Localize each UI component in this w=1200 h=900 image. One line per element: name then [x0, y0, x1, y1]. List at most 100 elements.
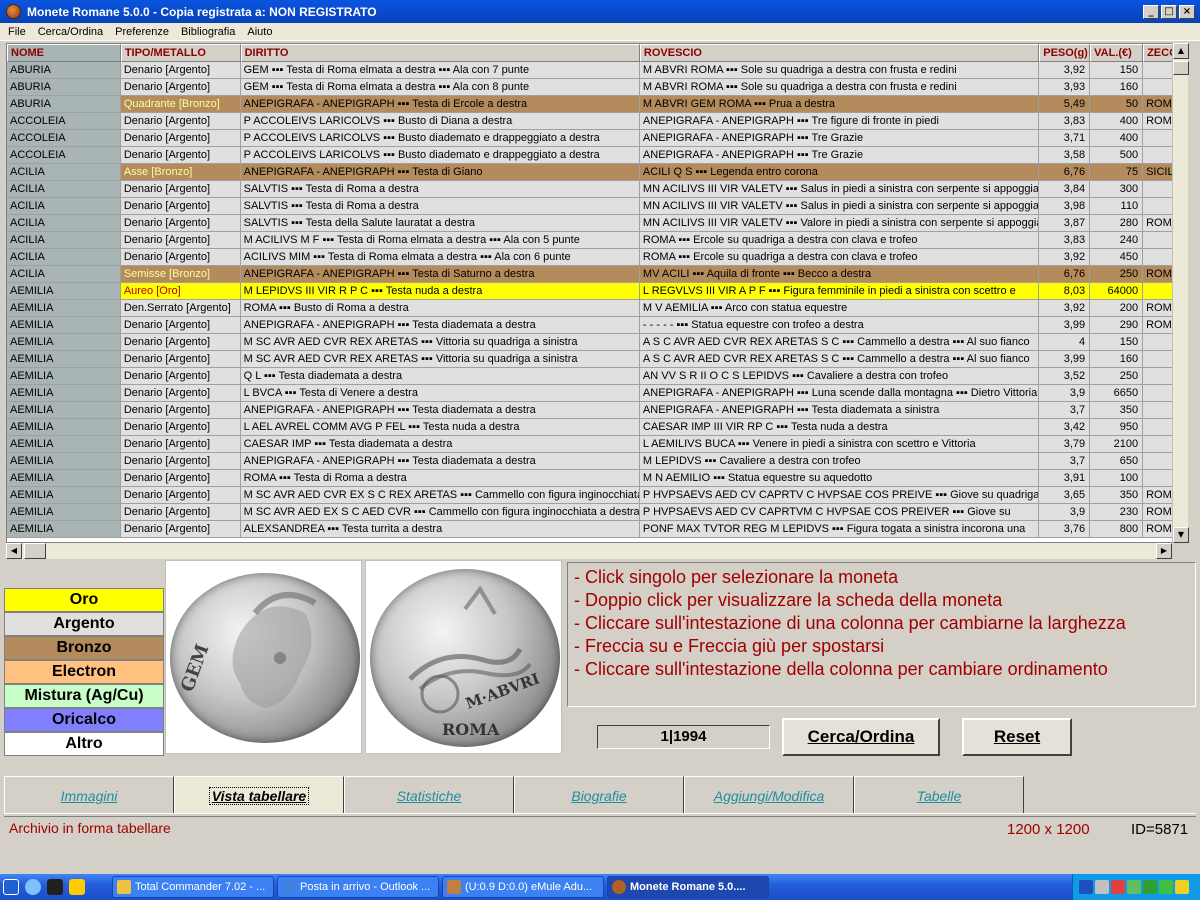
search-sort-button[interactable]: Cerca/Ordina	[782, 718, 940, 756]
cell-rovescio: M ABVRI ROMA ▪▪▪ Sole su quadriga a dest…	[639, 79, 1040, 96]
cell-val: 800	[1090, 521, 1144, 538]
cell-tipo: Denario [Argento]	[120, 385, 241, 402]
battery-icon[interactable]	[1143, 880, 1157, 894]
tab-aggiungi-modifica[interactable]: Aggiungi/Modifica	[684, 776, 854, 814]
cell-diritto: ROMA ▪▪▪ Busto di Roma a destra	[240, 300, 640, 317]
cell-tipo: Denario [Argento]	[120, 79, 241, 96]
minimize-button[interactable]: _	[1143, 4, 1159, 19]
table-row[interactable]: AEMILIA Denario [Argento] CAESAR IMP ▪▪▪ T…	[7, 436, 1187, 453]
cell-rovescio: PONF MAX TVTOR REG M LEPIDVS ▪▪▪ Figura …	[639, 521, 1040, 538]
window-title: Monete Romane 5.0.0 - Copia registrata a…	[27, 4, 377, 19]
table-row[interactable]: ACILIA Denario [Argento] SALVTIS ▪▪▪ Testa…	[7, 198, 1187, 215]
tool-icon[interactable]	[1127, 880, 1141, 894]
cell-diritto: P ACCOLEIVS LARICOLVS ▪▪▪ Busto diademat…	[240, 130, 640, 147]
table-row[interactable]: AEMILIA Denario [Argento] ROMA ▪▪▪ Testa d…	[7, 470, 1187, 487]
cell-diritto: SALVTIS ▪▪▪ Testa della Salute lauratat …	[240, 215, 640, 232]
obverse-image: GEM	[165, 560, 362, 754]
table-row[interactable]: AEMILIA Denario [Argento] M SC AVR AED CVR…	[7, 351, 1187, 368]
table-row[interactable]: ACCOLEIA Denario [Argento] P ACCOLEIVS LAR…	[7, 113, 1187, 130]
menu-cerca-ordina[interactable]: Cerca/Ordina	[32, 26, 109, 38]
menu-preferenze[interactable]: Preferenze	[109, 26, 175, 38]
taskbar-emule[interactable]: (U:0.9 D:0.0) eMule Adu...	[442, 876, 604, 898]
column-header-rovescio[interactable]: ROVESCIO	[639, 44, 1040, 62]
column-header-nome[interactable]: NOME	[7, 44, 121, 62]
menu-file[interactable]: File	[2, 26, 32, 38]
table-row[interactable]: AEMILIA Denario [Argento] ANEPIGRAFA - ANE…	[7, 317, 1187, 334]
table-row[interactable]: AEMILIA Denario [Argento] M SC AVR AED CVR…	[7, 487, 1187, 504]
table-row[interactable]: ACCOLEIA Denario [Argento] P ACCOLEIVS LAR…	[7, 130, 1187, 147]
monitor-icon[interactable]	[1095, 880, 1109, 894]
cell-rovescio: ANEPIGRAFA - ANEPIGRAPH ▪▪▪ Testa diadem…	[639, 402, 1040, 419]
table-row[interactable]: ABURIA Denario [Argento] GEM ▪▪▪ Testa di …	[7, 79, 1187, 96]
menu-aiuto[interactable]: Aiuto	[241, 26, 278, 38]
horizontal-scrollbar[interactable]: ◀ ▶	[6, 543, 1172, 559]
cell-peso: 3,83	[1039, 232, 1091, 249]
cell-tipo: Denario [Argento]	[120, 453, 241, 470]
table-row[interactable]: AEMILIA Denario [Argento] Q L ▪▪▪ Testa di…	[7, 368, 1187, 385]
table-row[interactable]: ACILIA Denario [Argento] SALVTIS ▪▪▪ Testa…	[7, 215, 1187, 232]
quicklaunch-folder-icon[interactable]	[69, 879, 85, 895]
table-row[interactable]: ABURIA Denario [Argento] GEM ▪▪▪ Testa di …	[7, 62, 1187, 79]
coin-icon	[612, 880, 626, 894]
table-row[interactable]: ACILIA Denario [Argento] ACILIVS MIM ▪▪▪ T…	[7, 249, 1187, 266]
menu-bibliografia[interactable]: Bibliografia	[175, 26, 241, 38]
tab-immagini[interactable]: Immagini	[4, 776, 174, 814]
cell-val: 300	[1090, 181, 1144, 198]
horizontal-scroll-thumb[interactable]	[24, 543, 46, 559]
tab-biografie[interactable]: Biografie	[514, 776, 684, 814]
coin-table[interactable]: NOME TIPO/METALLO DIRITTO ROVESCIO PESO(…	[6, 43, 1188, 543]
tab-bar: Immagini Vista tabellare Statistiche Bio…	[4, 776, 1024, 814]
table-row[interactable]: AEMILIA Denario [Argento] M SC AVR AED EX …	[7, 504, 1187, 521]
table-row[interactable]: AEMILIA Denario [Argento] M SC AVR AED CVR…	[7, 334, 1187, 351]
close-button[interactable]: ×	[1179, 4, 1195, 19]
quicklaunch-app-icon[interactable]	[47, 879, 63, 895]
maximize-button[interactable]: □	[1161, 4, 1177, 19]
table-row[interactable]: AEMILIA Denario [Argento] ANEPIGRAFA - ANE…	[7, 453, 1187, 470]
network-icon[interactable]	[1079, 880, 1093, 894]
cell-nome: ACILIA	[7, 232, 121, 249]
column-header-diritto[interactable]: DIRITTO	[240, 44, 640, 62]
table-row[interactable]: ABURIA Quadrante [Bronzo] ANEPIGRAFA - ANE…	[7, 96, 1187, 113]
table-row[interactable]: AEMILIA Aureo [Oro] M LEPIDVS III VIR R P …	[7, 283, 1187, 300]
cell-rovescio: CAESAR IMP III VIR RP C ▪▪▪ Testa nuda a…	[639, 419, 1040, 436]
quicklaunch-desktop-icon[interactable]	[3, 879, 19, 895]
cell-rovescio: A S C AVR AED CVR REX ARETAS S C ▪▪▪ Cam…	[639, 334, 1040, 351]
column-header-peso[interactable]: PESO(g)	[1039, 44, 1091, 62]
cell-nome: AEMILIA	[7, 334, 121, 351]
table-row[interactable]: ACILIA Denario [Argento] M ACILIVS M F ▪▪▪…	[7, 232, 1187, 249]
cell-peso: 3,92	[1039, 249, 1091, 266]
taskbar-total-commander[interactable]: Total Commander 7.02 - ...	[112, 876, 274, 898]
cell-diritto: ANEPIGRAFA - ANEPIGRAPH ▪▪▪ Testa diadem…	[240, 453, 640, 470]
column-header-tipo[interactable]: TIPO/METALLO	[120, 44, 241, 62]
tab-tabelle[interactable]: Tabelle	[854, 776, 1024, 814]
table-row[interactable]: ACILIA Semisse [Bronzo] ANEPIGRAFA - ANEPI…	[7, 266, 1187, 283]
table-row[interactable]: AEMILIA Denario [Argento] L BVCA ▪▪▪ Testa…	[7, 385, 1187, 402]
table-row[interactable]: AEMILIA Denario [Argento] ANEPIGRAFA - ANE…	[7, 402, 1187, 419]
legend-item: Mistura (Ag/Cu)	[4, 684, 164, 708]
green-tray-icon[interactable]	[1159, 880, 1173, 894]
quicklaunch-media-icon[interactable]	[25, 879, 41, 895]
table-row[interactable]: AEMILIA Den.Serrato [Argento] ROMA ▪▪▪ Bus…	[7, 300, 1187, 317]
taskbar-monete-romane[interactable]: Monete Romane 5.0....	[607, 876, 769, 898]
tab-statistiche[interactable]: Statistiche	[344, 776, 514, 814]
reset-button[interactable]: Reset	[962, 718, 1072, 756]
antivirus-icon[interactable]	[1111, 880, 1125, 894]
cell-nome: ACCOLEIA	[7, 130, 121, 147]
vertical-scroll-thumb[interactable]	[1173, 61, 1189, 75]
scroll-right-button[interactable]: ▶	[1156, 543, 1172, 559]
scroll-left-button[interactable]: ◀	[6, 543, 22, 559]
table-row[interactable]: ACCOLEIA Denario [Argento] P ACCOLEIVS LAR…	[7, 147, 1187, 164]
tab-vista-tabellare[interactable]: Vista tabellare	[174, 776, 344, 814]
warning-icon[interactable]	[1175, 880, 1189, 894]
table-row[interactable]: ACILIA Denario [Argento] SALVTIS ▪▪▪ Testa…	[7, 181, 1187, 198]
column-header-valore[interactable]: VAL.(€)	[1090, 44, 1144, 62]
cell-val: 230	[1090, 504, 1144, 521]
cell-val: 160	[1090, 351, 1144, 368]
table-row[interactable]: AEMILIA Denario [Argento] L AEL AVREL COMM…	[7, 419, 1187, 436]
table-row[interactable]: ACILIA Asse [Bronzo] ANEPIGRAFA - ANEPIGRA…	[7, 164, 1187, 181]
table-row[interactable]: AEMILIA Denario [Argento] ALEXSANDREA ▪▪▪ …	[7, 521, 1187, 538]
taskbar-outlook[interactable]: Posta in arrivo - Outlook ...	[277, 876, 439, 898]
scroll-up-button[interactable]: ▲	[1173, 43, 1189, 59]
vertical-scrollbar[interactable]: ▲ ▼	[1172, 43, 1189, 543]
scroll-down-button[interactable]: ▼	[1173, 527, 1189, 543]
